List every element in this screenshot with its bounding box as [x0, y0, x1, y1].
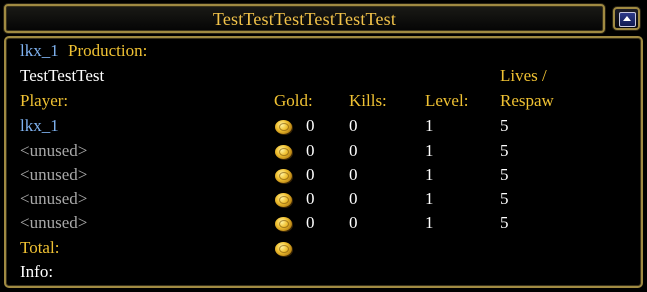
table-row-0-gold: 0 [306, 116, 315, 135]
table-row-3-kills: 0 [349, 189, 358, 208]
table-row-3-name: <unused> [20, 189, 88, 208]
table-row-0-lives: 5 [500, 116, 509, 135]
table-row-4-level: 1 [425, 213, 434, 232]
col-gold: Gold: [274, 91, 313, 110]
table-row-4-gold: 0 [306, 213, 315, 232]
header-player-name: lkx_1 [20, 41, 59, 60]
table-row-2-gold: 0 [306, 165, 315, 184]
table-row-1-kills: 0 [349, 141, 358, 160]
gold-coin-icon [275, 145, 292, 159]
production-value: TestTestTest [20, 66, 105, 85]
table-row-4-name: <unused> [20, 213, 88, 232]
col-kills: Kills: [349, 91, 387, 110]
total-label: Total: [20, 238, 60, 257]
minimize-arrow-icon [619, 12, 636, 27]
gold-coin-icon [275, 169, 292, 183]
table-row-4-lives: 5 [500, 213, 509, 232]
table-row-1-lives: 5 [500, 141, 509, 160]
col-lives-line1: Lives / [500, 66, 547, 85]
table-row-2-level: 1 [425, 165, 434, 184]
table-row-0-name: lkx_1 [20, 116, 59, 135]
col-lives-line2: Respaw [500, 91, 554, 110]
col-player: Player: [20, 91, 69, 110]
col-level: Level: [425, 91, 469, 110]
table-row-1-gold: 0 [306, 141, 315, 160]
table-row-2-lives: 5 [500, 165, 509, 184]
gold-coin-icon [275, 120, 292, 134]
window-title: TestTestTestTestTestTest [212, 9, 397, 29]
gold-coin-icon [275, 217, 292, 231]
table-row-2-kills: 0 [349, 165, 358, 184]
table-row-0-kills: 0 [349, 116, 358, 135]
gold-coin-icon [275, 242, 292, 256]
table-row-3-lives: 5 [500, 189, 509, 208]
table-row-2-name: <unused> [20, 165, 88, 184]
table-row-1-name: <unused> [20, 141, 88, 160]
table-row-1-level: 1 [425, 141, 434, 160]
table-row-0-level: 1 [425, 116, 434, 135]
production-label: Production: [68, 41, 148, 60]
info-label: Info: [20, 262, 54, 281]
gold-coin-icon [275, 193, 292, 207]
table-row-3-level: 1 [425, 189, 434, 208]
table-row-3-gold: 0 [306, 189, 315, 208]
window-title-bar[interactable]: TestTestTestTestTestTest [4, 4, 605, 33]
minimize-button[interactable] [613, 7, 640, 30]
table-row-4-kills: 0 [349, 213, 358, 232]
